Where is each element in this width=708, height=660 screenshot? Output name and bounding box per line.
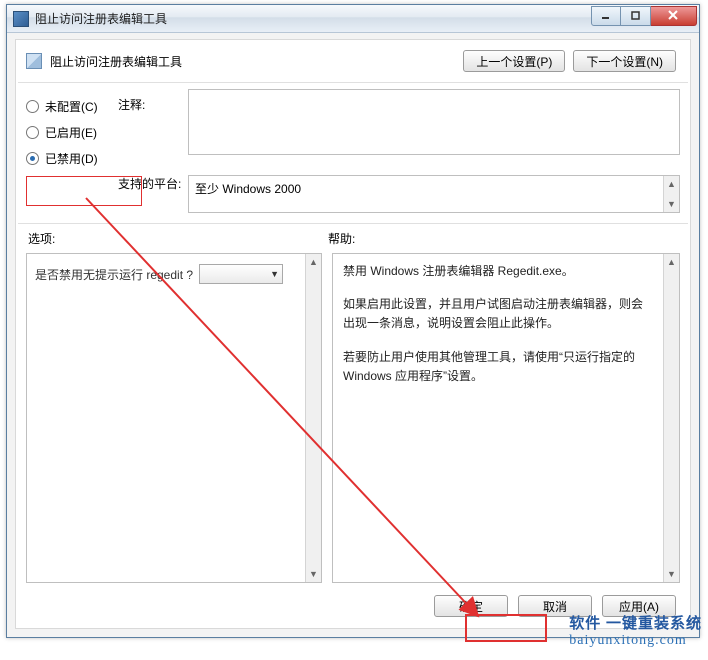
comment-label: 注释: [118,89,188,115]
chevron-down-icon: ▼ [270,269,279,279]
titlebar: 阻止访问注册表编辑工具 [7,5,699,33]
radio-icon [26,152,39,165]
scroll-up-icon[interactable]: ▲ [664,254,679,270]
scroll-down-icon[interactable]: ▼ [664,196,679,212]
options-row: 是否禁用无提示运行 regedit ? ▼ [35,264,297,284]
watermark-en: baiyunxitong.com [569,633,687,648]
help-pane: 禁用 Windows 注册表编辑器 Regedit.exe。 如果启用此设置，并… [332,253,680,583]
panes: 是否禁用无提示运行 regedit ? ▼ ▲ ▼ 禁用 Windows 注册表… [16,253,690,583]
radio-icon [26,126,39,139]
comment-textarea[interactable] [188,89,680,155]
scroll-up-icon[interactable]: ▲ [664,176,679,192]
policy-title: 阻止访问注册表编辑工具 [50,53,182,70]
help-paragraph: 如果启用此设置，并且用户试图启动注册表编辑器，则会出现一条消息，说明设置会阻止此… [343,295,653,333]
dialog-window: 阻止访问注册表编辑工具 阻止访问注册表编辑工具 上一个设置(P) 下一个设置(N… [6,4,700,638]
comment-label-col: 注释: [118,89,188,171]
options-label: 选项: [28,230,328,247]
options-pane: 是否禁用无提示运行 regedit ? ▼ ▲ ▼ [26,253,322,583]
platform-value: 至少 Windows 2000 [189,176,663,212]
policy-icon [26,53,42,69]
window-title: 阻止访问注册表编辑工具 [35,10,167,27]
separator [18,82,688,83]
options-content: 是否禁用无提示运行 regedit ? ▼ [27,254,305,582]
client-area: 阻止访问注册表编辑工具 上一个设置(P) 下一个设置(N) 未配置(C) 已启用… [15,39,691,629]
options-scrollbar[interactable]: ▲ ▼ [305,254,321,582]
radio-label: 已启用(E) [45,124,97,141]
panes-labels: 选项: 帮助: [16,230,690,253]
options-question: 是否禁用无提示运行 regedit ? [35,266,193,283]
minimize-button[interactable] [591,6,621,26]
next-setting-button[interactable]: 下一个设置(N) [573,50,676,72]
radio-disabled[interactable]: 已禁用(D) [26,145,118,171]
comment-field-col [188,89,680,171]
platform-box: 至少 Windows 2000 ▲ ▼ [188,175,680,213]
radio-label: 已禁用(D) [45,150,98,167]
options-combo[interactable]: ▼ [199,264,283,284]
app-icon [13,11,29,27]
watermark: 软件 一键重装系统 baiyunxitong.com [569,612,702,649]
help-content: 禁用 Windows 注册表编辑器 Regedit.exe。 如果启用此设置，并… [333,254,663,582]
window-controls [591,6,697,26]
scroll-up-icon[interactable]: ▲ [306,254,321,270]
help-scrollbar[interactable]: ▲ ▼ [663,254,679,582]
help-paragraph: 若要防止用户使用其他管理工具，请使用“只运行指定的 Windows 应用程序”设… [343,348,653,386]
radio-enabled[interactable]: 已启用(E) [26,119,118,145]
platform-label: 支持的平台: [26,175,188,192]
help-paragraph: 禁用 Windows 注册表编辑器 Regedit.exe。 [343,262,653,281]
platform-row: 支持的平台: 至少 Windows 2000 ▲ ▼ [16,171,690,223]
close-button[interactable] [651,6,697,26]
help-label: 帮助: [328,230,355,247]
radio-not-configured[interactable]: 未配置(C) [26,93,118,119]
scroll-down-icon[interactable]: ▼ [306,566,321,582]
watermark-cn: 软件 一键重装系统 [569,616,702,632]
scroll-down-icon[interactable]: ▼ [664,566,679,582]
previous-setting-button[interactable]: 上一个设置(P) [463,50,565,72]
radio-label: 未配置(C) [45,98,98,115]
platform-scrollbar[interactable]: ▲ ▼ [663,176,679,212]
maximize-button[interactable] [621,6,651,26]
radio-icon [26,100,39,113]
separator [18,223,688,224]
ok-button[interactable]: 确定 [434,595,508,617]
header-row: 阻止访问注册表编辑工具 上一个设置(P) 下一个设置(N) [16,40,690,78]
config-area: 未配置(C) 已启用(E) 已禁用(D) 注释: [16,85,690,171]
radio-group: 未配置(C) 已启用(E) 已禁用(D) [26,89,118,171]
